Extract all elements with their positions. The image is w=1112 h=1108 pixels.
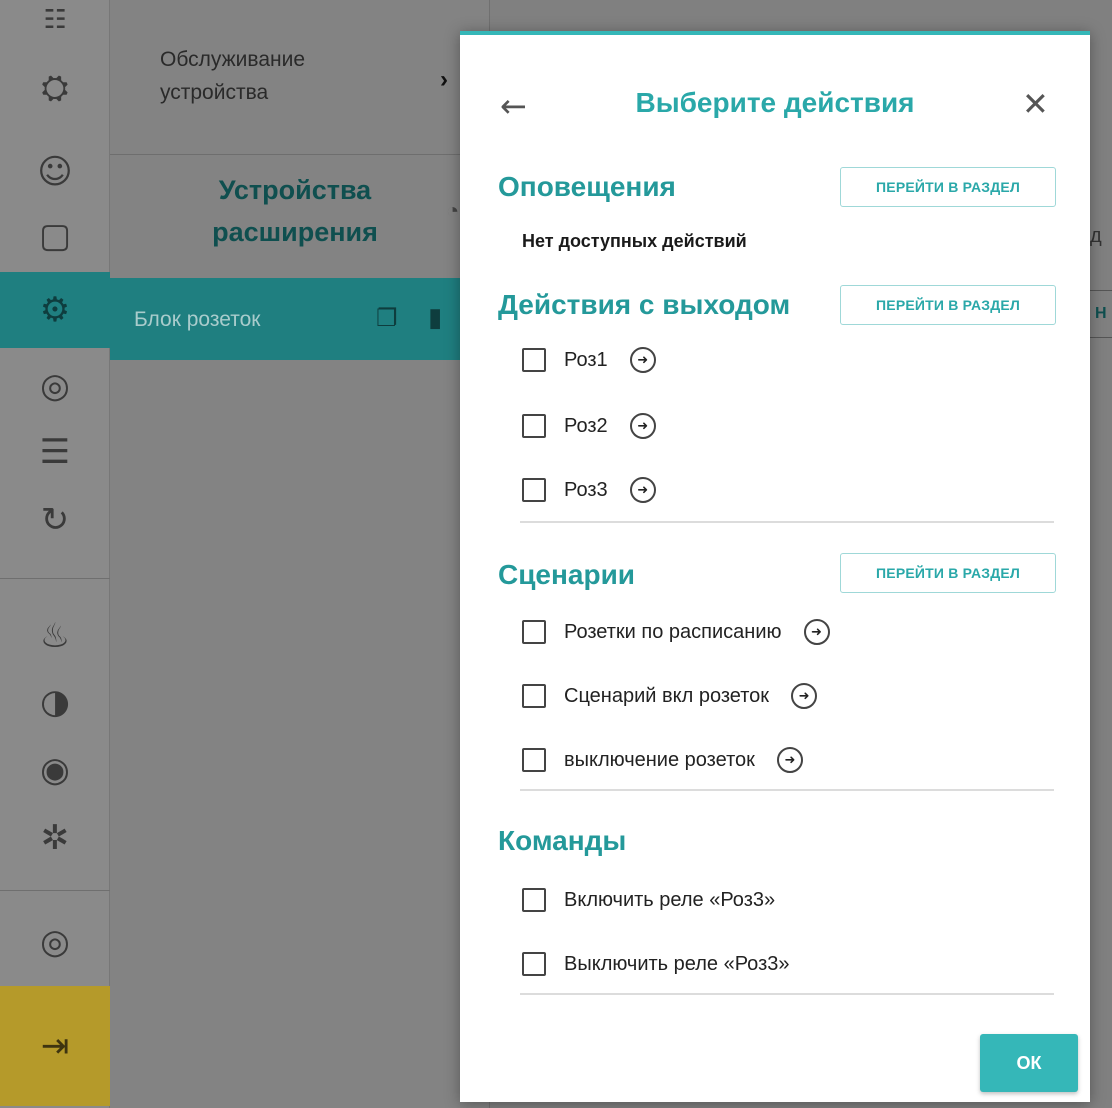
item-label: Включить реле «Роз3»: [564, 888, 776, 911]
help-icon[interactable]: ◔: [446, 198, 459, 224]
item-label: Сценарий вкл розеток: [564, 684, 770, 707]
copy-icon[interactable]: ❐: [376, 304, 398, 333]
sensor-network-icon[interactable]: ✲: [0, 806, 110, 870]
output-actions-go-to-section-button[interactable]: ПЕРЕЙТИ В РАЗДЕЛ: [840, 285, 1056, 325]
background-fragment: д: [1090, 225, 1102, 247]
devices-panel: Обслуживание устройства › Устройства рас…: [110, 0, 490, 1108]
checkbox[interactable]: [522, 414, 546, 438]
arrow-right-circle-icon[interactable]: ➜: [803, 619, 830, 645]
sidebar-rail: ☷ ⛭ ☺ ▢ ⚙ ◎ ☰ ↻ ♨ ◑ ◉ ✲ ◎ ⇥: [0, 0, 110, 1108]
history-settings-icon[interactable]: ↻: [0, 488, 110, 552]
checkbox[interactable]: [522, 348, 546, 372]
background-button-fragment: Н: [1088, 290, 1112, 338]
notifications-go-to-section-button[interactable]: ПЕРЕЙТИ В РАЗДЕЛ: [840, 167, 1056, 207]
chevron-right-icon: ›: [440, 66, 448, 93]
divider: [520, 521, 1054, 523]
checkbox[interactable]: [522, 748, 546, 772]
item-label: Выключить реле «Роз3»: [564, 952, 790, 975]
arrow-right-circle-icon[interactable]: ➜: [629, 347, 656, 373]
list-item: Роз2 ➜: [522, 409, 656, 443]
no-actions-text: Нет доступных действий: [522, 231, 747, 251]
exit-icon[interactable]: ⇥: [0, 986, 110, 1106]
section-title-output-actions: Действия с выходом: [498, 289, 791, 320]
list-item: Выключить реле «Роз3»: [522, 947, 789, 981]
arrow-right-circle-icon[interactable]: ➜: [776, 747, 803, 773]
item-label: Розетки по расписанию: [564, 620, 782, 643]
trash-icon[interactable]: ▮: [428, 302, 442, 333]
gamepad-icon[interactable]: ☷: [0, 0, 110, 40]
list-item: Роз1 ➜: [522, 343, 656, 377]
section-title-scenarios: Сценарии: [498, 559, 636, 590]
users-group-icon[interactable]: ⛭: [0, 56, 110, 120]
arrow-right-circle-icon[interactable]: ➜: [629, 413, 656, 439]
list-item: Розетки по расписанию ➜: [522, 615, 830, 649]
checkbox[interactable]: [522, 620, 546, 644]
arrow-right-circle-icon[interactable]: ➜: [629, 477, 656, 503]
devices-icon[interactable]: ⚙: [0, 272, 110, 348]
thermometer-icon[interactable]: ◉: [0, 738, 110, 802]
item-label: Роз3: [564, 478, 608, 501]
panel-heading: Устройства расширения: [212, 175, 378, 247]
back-arrow-icon[interactable]: ←: [500, 87, 527, 125]
close-icon[interactable]: ✕: [1022, 85, 1049, 123]
list-item: Включить реле «Роз3»: [522, 883, 775, 917]
radiator-icon[interactable]: ♨: [0, 604, 110, 668]
checkbox[interactable]: [522, 952, 546, 976]
list-item: Сценарий вкл розеток ➜: [522, 679, 818, 713]
checkbox[interactable]: [522, 684, 546, 708]
arrow-right-circle-icon[interactable]: ➜: [791, 683, 818, 709]
section-title-notifications: Оповещения: [498, 171, 676, 202]
section-title-commands: Команды: [498, 825, 627, 856]
list-item: Роз3 ➜: [522, 473, 656, 507]
checkbox[interactable]: [522, 478, 546, 502]
scenarios-go-to-section-button[interactable]: ПЕРЕЙТИ В РАЗДЕЛ: [840, 553, 1056, 593]
item-label: Роз1: [564, 348, 608, 371]
alert-message-icon[interactable]: ▢: [0, 204, 110, 268]
maintenance-label: Обслуживание устройства: [160, 48, 306, 104]
device-row[interactable]: Блок розеток ❐ ▮: [110, 278, 490, 360]
rail-divider: [0, 578, 110, 579]
list-item: выключение розеток ➜: [522, 743, 803, 777]
item-label: выключение розеток: [564, 748, 755, 771]
maintenance-nav[interactable]: Обслуживание устройства ›: [110, 0, 490, 155]
divider: [520, 993, 1054, 995]
checkbox[interactable]: [522, 888, 546, 912]
globe-icon[interactable]: ◑: [0, 670, 110, 734]
users-icon[interactable]: ☺: [0, 140, 110, 204]
device-name: Блок розеток: [134, 308, 261, 331]
wireless-icon[interactable]: ◎: [0, 910, 110, 974]
list-icon[interactable]: ☰: [0, 420, 110, 484]
divider: [520, 789, 1054, 791]
ok-button[interactable]: ОК: [980, 1034, 1078, 1092]
select-actions-dialog: Выберите действия ← ✕ Оповещения ПЕРЕЙТИ…: [460, 31, 1090, 1102]
item-label: Роз2: [564, 414, 608, 437]
rail-divider: [0, 890, 110, 891]
dialog-title: Выберите действия: [635, 87, 915, 118]
settings-person-icon[interactable]: ◎: [0, 354, 110, 418]
